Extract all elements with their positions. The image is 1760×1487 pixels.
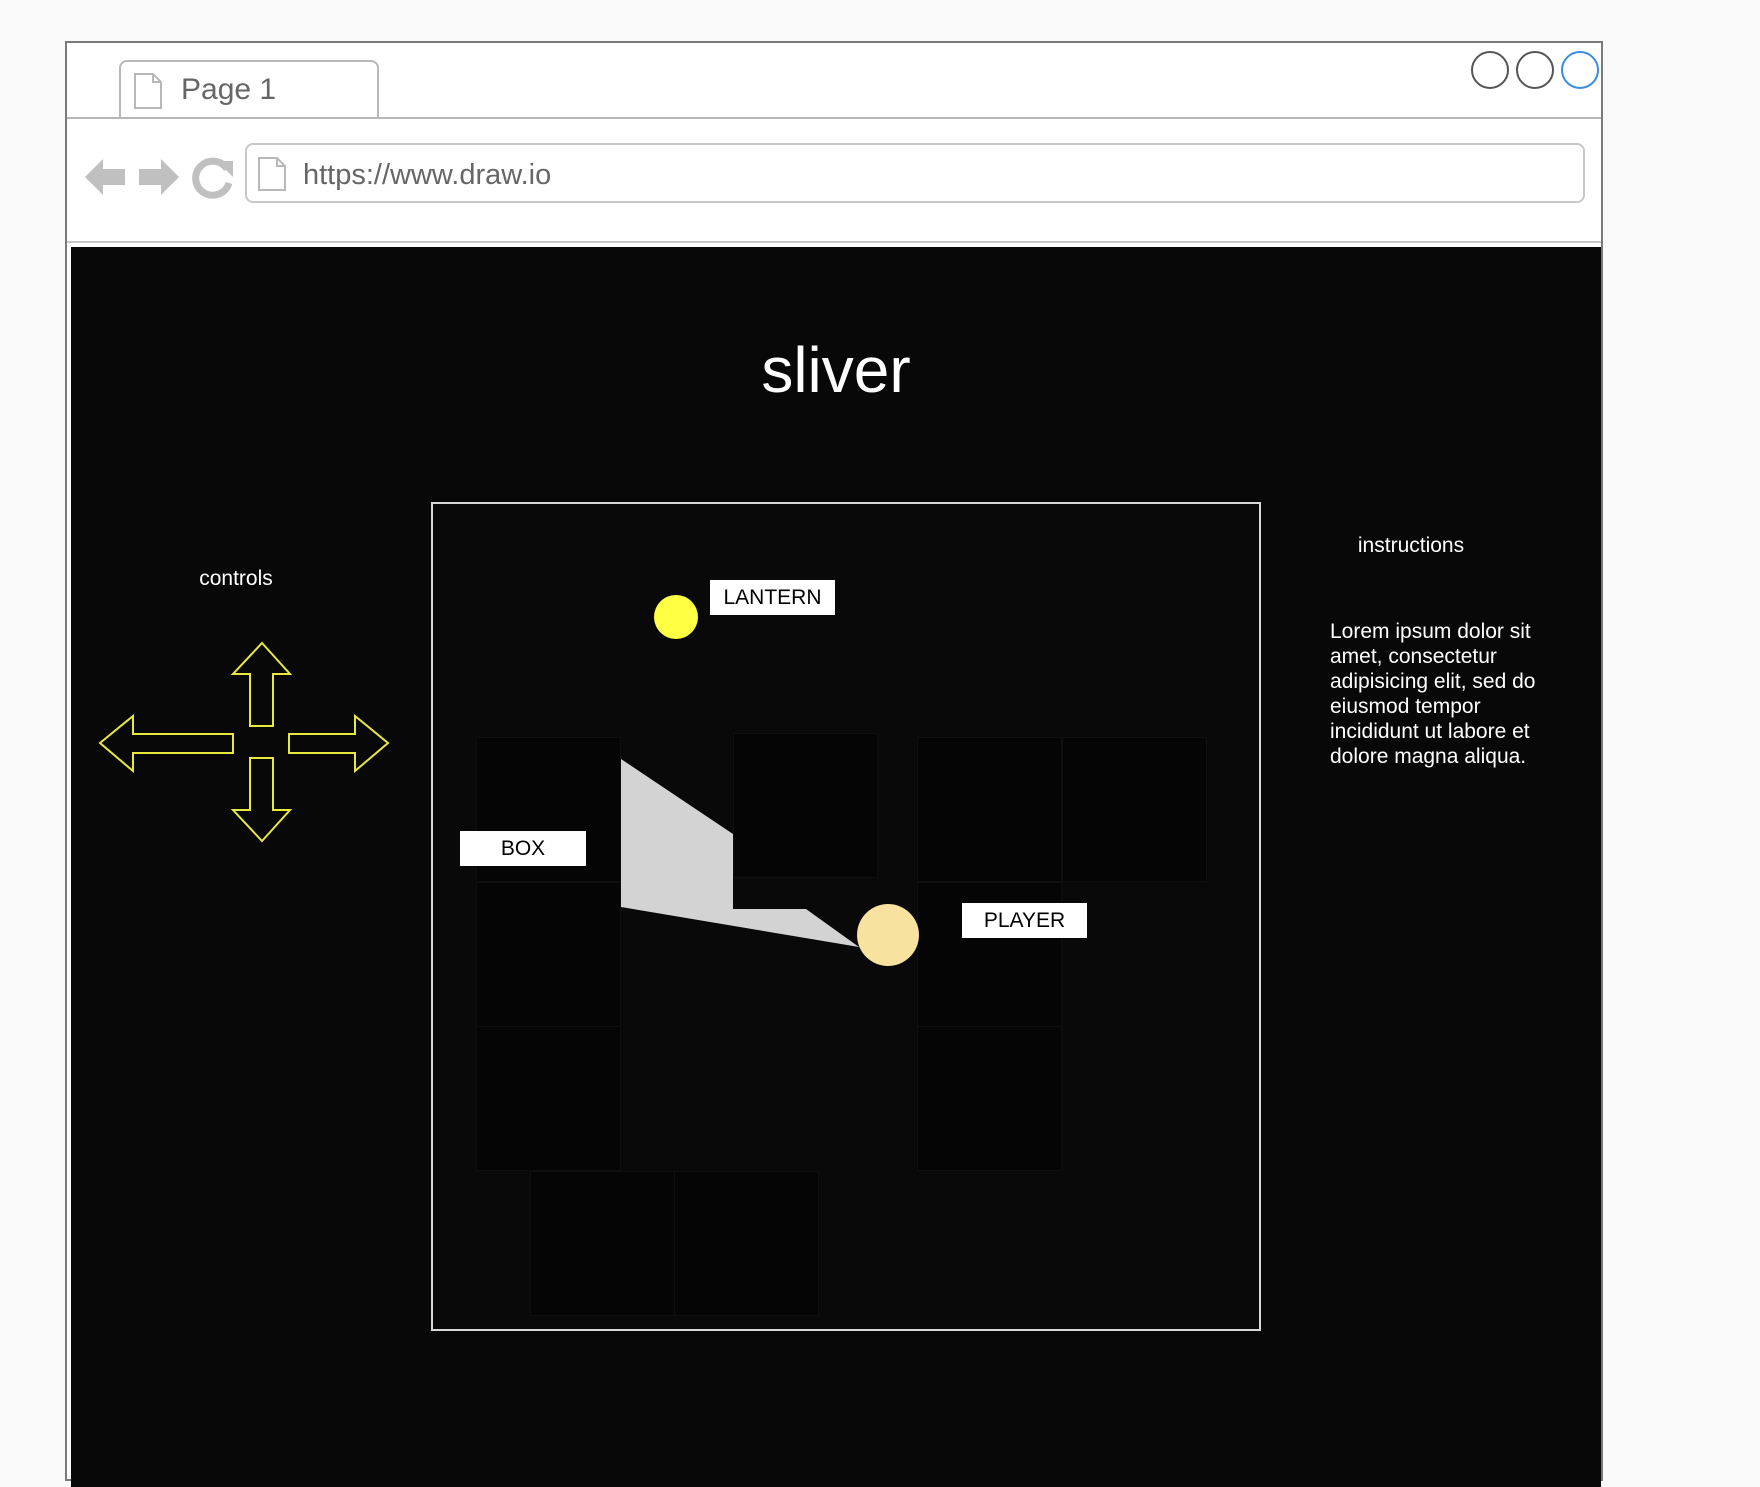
url-text: https://www.draw.io: [303, 159, 552, 191]
forward-arrow-icon[interactable]: [135, 153, 183, 201]
light-cone: [621, 759, 859, 947]
navigation-toolbar: https://www.draw.io: [67, 119, 1601, 243]
arrow-down-icon[interactable]: [230, 757, 293, 843]
instructions-text: Lorem ipsum dolor sit amet, consectetur …: [1330, 620, 1536, 768]
back-arrow-icon[interactable]: [81, 153, 129, 201]
reload-icon[interactable]: [189, 153, 237, 201]
page-icon: [134, 73, 162, 109]
browser-window: Page 1 https://www.draw.io sliver contro…: [65, 41, 1603, 1487]
arrow-left-icon[interactable]: [98, 713, 234, 774]
lantern-label: LANTERN: [710, 580, 835, 615]
arrow-right-icon[interactable]: [288, 713, 390, 774]
box-label: BOX: [460, 831, 586, 866]
player-label: PLAYER: [962, 903, 1087, 938]
game-page: sliver controls instructions Lorem ipsum…: [71, 247, 1601, 1487]
tab-page-1[interactable]: Page 1: [119, 60, 379, 117]
lantern: [654, 595, 698, 639]
window-button-2[interactable]: [1516, 51, 1554, 89]
page-title: sliver: [761, 334, 911, 406]
player: [857, 904, 919, 966]
game-canvas[interactable]: LANTERN BOX PLAYER: [431, 502, 1261, 1331]
window-button-3[interactable]: [1561, 51, 1599, 89]
tab-bar: Page 1: [67, 43, 1601, 119]
arrow-up-icon[interactable]: [230, 641, 293, 727]
dpad-controls: [98, 641, 390, 843]
window-button-1[interactable]: [1471, 51, 1509, 89]
page-icon: [258, 157, 286, 191]
address-bar[interactable]: https://www.draw.io: [245, 143, 1585, 203]
instructions-label: instructions: [1357, 534, 1465, 557]
tab-label: Page 1: [181, 73, 277, 106]
controls-label: controls: [199, 567, 273, 590]
